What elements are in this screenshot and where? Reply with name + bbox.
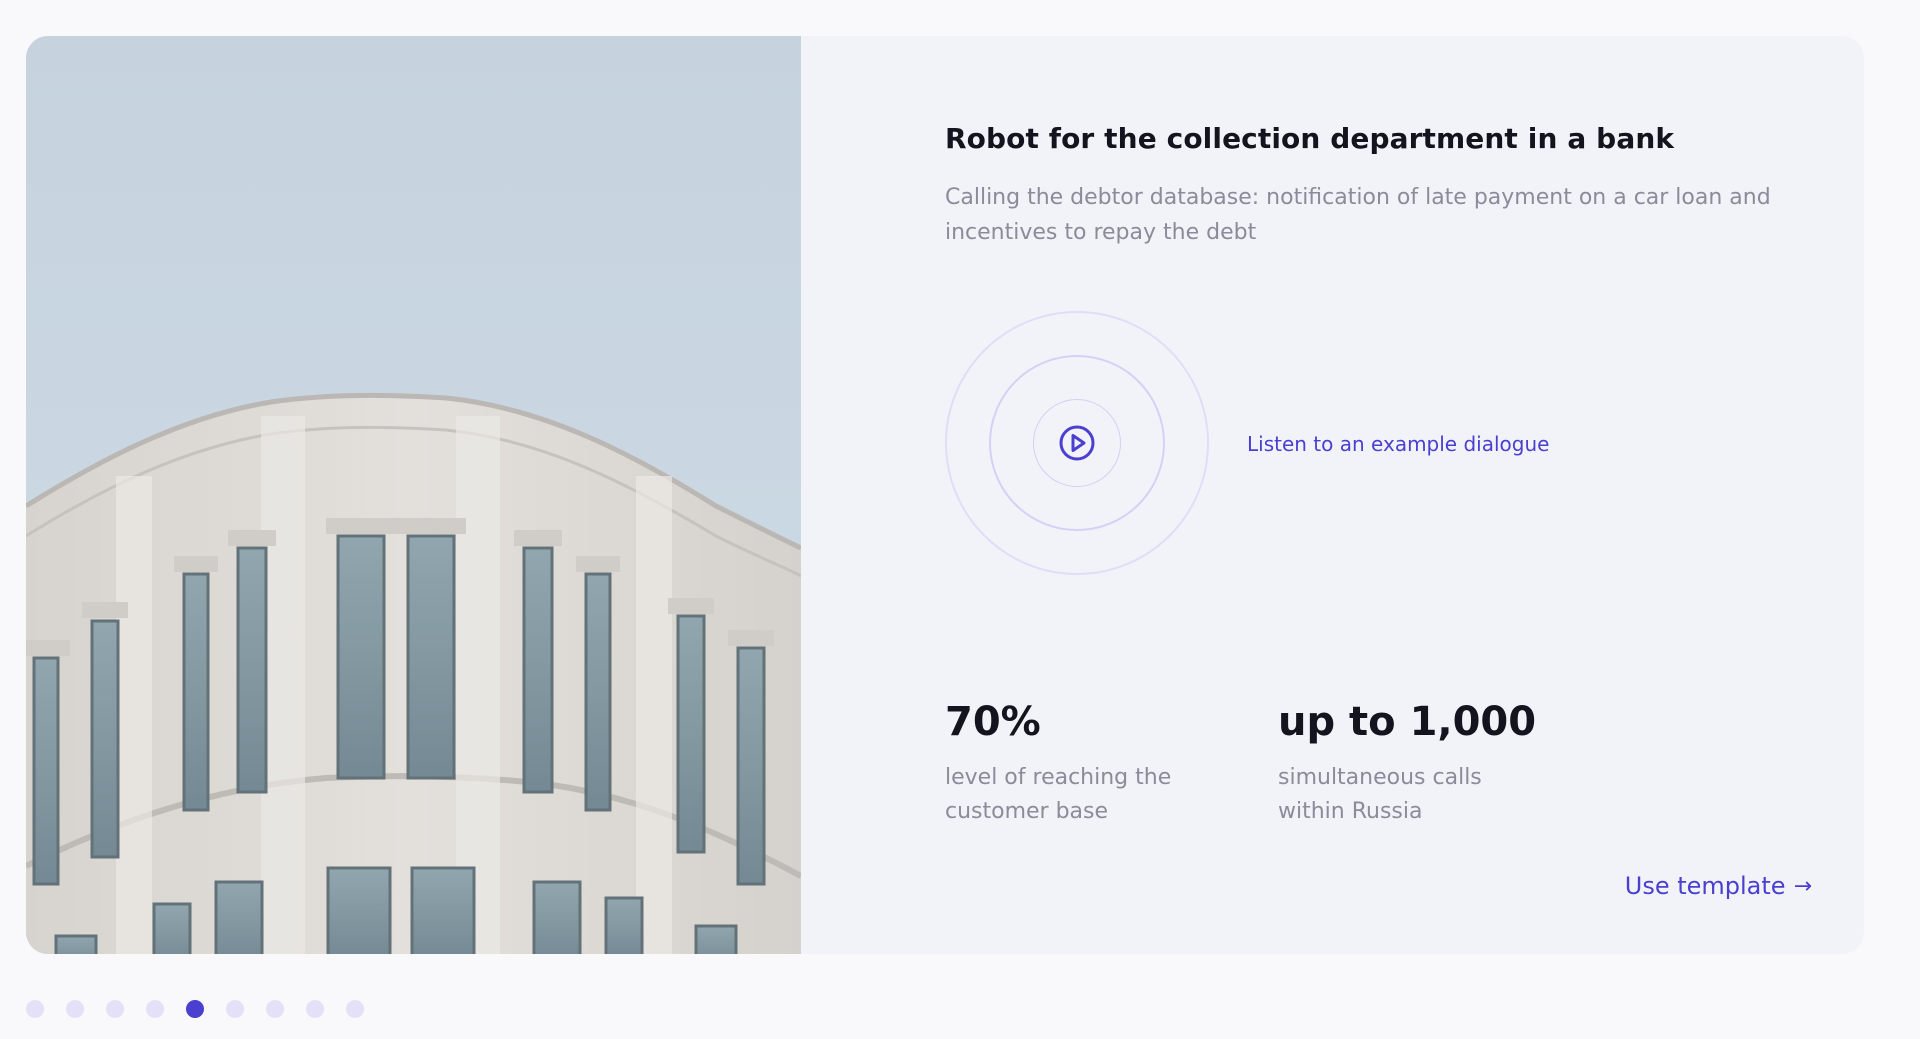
building-photo (26, 36, 801, 954)
audio-player[interactable] (945, 311, 1209, 575)
carousel-dot[interactable] (346, 1000, 364, 1018)
listen-example-link[interactable]: Listen to an example dialogue (1247, 432, 1549, 456)
carousel-dot[interactable] (146, 1000, 164, 1018)
use-template-label: Use template (1624, 872, 1786, 900)
carousel-dot[interactable] (66, 1000, 84, 1018)
stat-label: simultaneous calls within Russia (1278, 765, 1482, 824)
carousel-dot[interactable] (266, 1000, 284, 1018)
stat-value: up to 1,000 (1278, 699, 1537, 745)
play-icon[interactable] (1057, 423, 1097, 463)
arrow-right-icon: → (1793, 873, 1812, 899)
card-subtitle: Calling the debtor database: notificatio… (945, 185, 1771, 245)
card-title: Robot for the collection department in a… (945, 122, 1675, 155)
carousel-dot[interactable] (106, 1000, 124, 1018)
stat-value: 70% (945, 699, 1041, 745)
stat-calls: up to 1,000 simultaneous calls within Ru… (1278, 699, 1538, 829)
template-card: Robot for the collection department in a… (26, 36, 1864, 954)
card-content: Robot for the collection department in a… (945, 36, 1864, 954)
carousel-dot[interactable] (226, 1000, 244, 1018)
carousel-dot[interactable] (186, 1000, 204, 1018)
use-template-button[interactable]: Use template → (1625, 872, 1812, 900)
stat-label: level of reaching the customer base (945, 765, 1172, 824)
carousel-dot[interactable] (306, 1000, 324, 1018)
carousel-pagination (26, 1000, 364, 1018)
carousel-dot[interactable] (26, 1000, 44, 1018)
stat-reach: 70% level of reaching the customer base (945, 699, 1205, 829)
